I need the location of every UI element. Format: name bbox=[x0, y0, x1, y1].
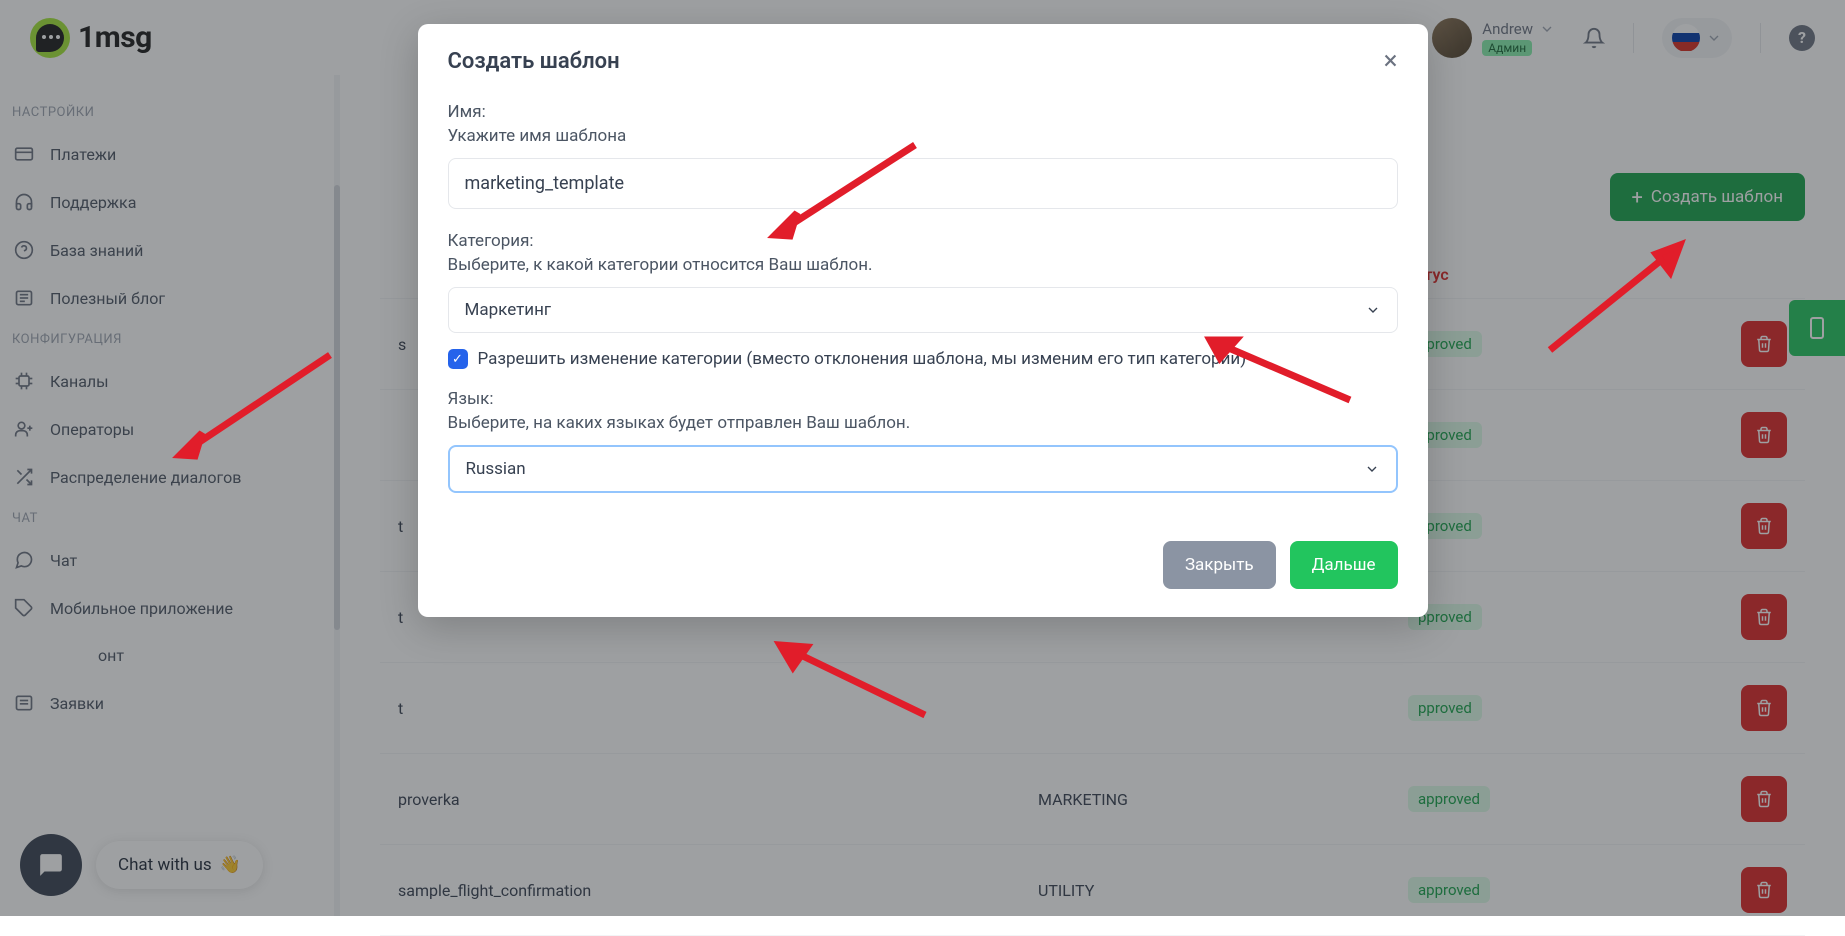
template-name-input[interactable] bbox=[448, 158, 1398, 209]
category-label: Категория: bbox=[448, 231, 1398, 251]
name-label: Имя: bbox=[448, 102, 1398, 122]
checkbox-checked-icon[interactable]: ✓ bbox=[448, 349, 468, 369]
allow-change-label: Разрешить изменение категории (вместо от… bbox=[478, 349, 1247, 369]
category-desc: Выберите, к какой категории относится Ва… bbox=[448, 255, 1398, 275]
name-desc: Укажите имя шаблона bbox=[448, 126, 1398, 146]
chevron-down-icon bbox=[1364, 461, 1380, 477]
language-desc: Выберите, на каких языках будет отправле… bbox=[448, 413, 1398, 433]
next-button[interactable]: Дальше bbox=[1290, 541, 1398, 589]
language-label: Язык: bbox=[448, 389, 1398, 409]
modal-title: Создать шаблон bbox=[448, 49, 620, 74]
category-select[interactable]: Маркетинг bbox=[448, 287, 1398, 333]
language-selected-value: Russian bbox=[466, 459, 526, 479]
chevron-down-icon bbox=[1365, 302, 1381, 318]
category-selected-value: Маркетинг bbox=[465, 300, 552, 320]
close-button[interactable]: Закрыть bbox=[1163, 541, 1276, 589]
language-select[interactable]: Russian bbox=[448, 445, 1398, 493]
close-icon[interactable]: × bbox=[1384, 48, 1398, 74]
create-template-modal: Создать шаблон × Имя: Укажите имя шаблон… bbox=[418, 24, 1428, 617]
allow-change-checkbox-row[interactable]: ✓ Разрешить изменение категории (вместо … bbox=[448, 349, 1398, 369]
